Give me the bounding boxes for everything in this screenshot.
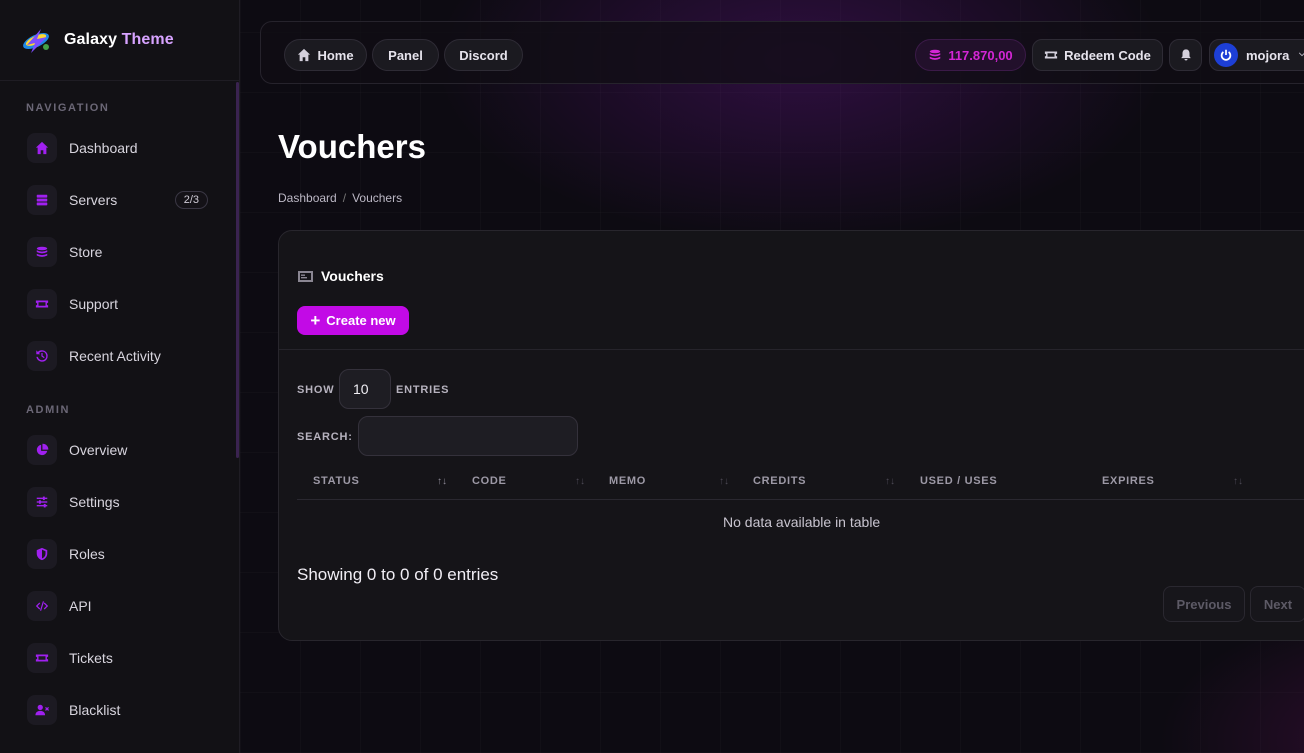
discord-link-label: Discord — [459, 47, 508, 63]
sidebar-item-label: Store — [69, 244, 103, 260]
entries-label: ENTRIES — [396, 384, 450, 396]
sort-icon[interactable]: ↑↓ — [575, 476, 585, 487]
sidebar-item-label: Roles — [69, 546, 105, 562]
table-info: Showing 0 to 0 of 0 entries — [297, 565, 499, 584]
brand-logo-icon — [23, 29, 49, 53]
credits-balance[interactable]: 117.870,00 — [915, 39, 1026, 71]
sidebar-item-blacklist[interactable]: Blacklist — [27, 689, 227, 731]
coins-icon — [27, 237, 57, 267]
sidebar-item-settings[interactable]: Settings — [27, 481, 227, 523]
home-icon — [298, 48, 311, 62]
sidebar-item-label: Overview — [69, 442, 128, 458]
previous-page-button[interactable]: Previous — [1163, 586, 1245, 622]
sort-icon[interactable]: ↑↓ — [885, 476, 895, 487]
section-label-admin: ADMIN — [26, 404, 71, 416]
sidebar-item-support[interactable]: Support — [27, 283, 227, 325]
coins-icon — [930, 49, 941, 60]
section-label-navigation: NAVIGATION — [26, 102, 110, 114]
bell-icon — [1180, 49, 1191, 61]
ticket-icon — [1045, 51, 1058, 59]
brand-name: Galaxy Theme — [64, 31, 174, 48]
sidebar-item-label: API — [69, 598, 92, 614]
card-title-label: Vouchers — [321, 268, 384, 284]
sidebar: Galaxy Theme NAVIGATION Dashboard Server… — [0, 0, 240, 753]
username: mojora — [1246, 47, 1290, 63]
servers-count-badge: 2/3 — [174, 191, 208, 209]
credits-amount: 117.870,00 — [948, 47, 1013, 63]
breadcrumb: Dashboard / Vouchers — [278, 191, 402, 205]
sidebar-item-label: Blacklist — [69, 702, 121, 718]
panel-link-label: Panel — [388, 47, 423, 63]
column-header-expires[interactable]: EXPIRES — [1102, 475, 1155, 487]
sidebar-item-label: Recent Activity — [69, 348, 161, 364]
power-icon — [1220, 49, 1232, 61]
sidebar-item-overview[interactable]: Overview — [27, 429, 227, 471]
sidebar-item-label: Dashboard — [69, 140, 138, 156]
entries-per-page-select[interactable]: 10 — [339, 369, 391, 409]
sidebar-item-roles[interactable]: Roles — [27, 533, 227, 575]
column-header-code[interactable]: CODE — [472, 475, 507, 487]
sidebar-item-store[interactable]: Store — [27, 231, 227, 273]
breadcrumb-separator: / — [342, 191, 347, 205]
avatar — [1214, 43, 1238, 67]
create-new-button[interactable]: + Create new — [297, 306, 409, 335]
chevron-down-icon — [1299, 52, 1304, 57]
home-icon — [27, 133, 57, 163]
sidebar-item-recent-activity[interactable]: Recent Activity — [27, 335, 227, 377]
sidebar-item-label: Servers — [69, 192, 118, 208]
home-link-label: Home — [317, 47, 354, 63]
next-page-button[interactable]: Next — [1250, 586, 1304, 622]
money-bill-icon — [298, 270, 313, 282]
sidebar-item-api[interactable]: API — [27, 585, 227, 627]
redeem-code-label: Redeem Code — [1064, 47, 1151, 63]
shield-icon — [27, 539, 57, 569]
create-new-label: Create new — [326, 313, 396, 328]
redeem-code-button[interactable]: Redeem Code — [1032, 39, 1163, 71]
sidebar-scrollbar[interactable] — [236, 82, 239, 458]
empty-table-message: No data available in table — [723, 514, 881, 530]
sliders-icon — [27, 487, 57, 517]
ticket-icon — [27, 289, 57, 319]
sidebar-item-servers[interactable]: Servers 2/3 — [27, 179, 227, 221]
sidebar-item-dashboard[interactable]: Dashboard — [27, 127, 227, 169]
breadcrumb-current: Vouchers — [352, 191, 403, 205]
sidebar-item-label: Settings — [69, 494, 120, 510]
sort-icon[interactable]: ↑↓ — [1233, 476, 1243, 487]
sort-icon[interactable]: ↑↓ — [719, 476, 729, 487]
table-header-divider — [297, 499, 1304, 500]
panel-link[interactable]: Panel — [372, 39, 439, 71]
breadcrumb-dashboard[interactable]: Dashboard — [278, 191, 337, 205]
search-label: SEARCH: — [297, 431, 353, 443]
search-input[interactable] — [358, 416, 578, 456]
sidebar-item-label: Tickets — [69, 650, 113, 666]
sidebar-item-label: Support — [69, 296, 119, 312]
vouchers-card: Vouchers + Create new SHOW 10 ENTRIES SE… — [278, 230, 1304, 641]
user-menu[interactable]: mojora — [1209, 39, 1304, 71]
column-header-used-uses[interactable]: USED / USES — [920, 475, 997, 487]
column-header-status[interactable]: STATUS — [313, 475, 360, 487]
column-header-credits[interactable]: CREDITS — [753, 475, 806, 487]
card-divider — [279, 349, 1304, 350]
brand[interactable]: Galaxy Theme — [0, 0, 239, 81]
code-icon — [27, 591, 57, 621]
server-icon — [27, 185, 57, 215]
notifications-button[interactable] — [1169, 39, 1202, 71]
ticket-icon — [27, 643, 57, 673]
home-link[interactable]: Home — [284, 39, 367, 71]
pie-chart-icon — [27, 435, 57, 465]
sort-asc-icon[interactable]: ↑↓ — [437, 476, 447, 487]
discord-link[interactable]: Discord — [444, 39, 523, 71]
column-header-memo[interactable]: MEMO — [609, 475, 646, 487]
topbar: Home Panel Discord 117.870,00 Redeem Cod… — [260, 21, 1304, 84]
card-title: Vouchers — [298, 268, 384, 284]
user-block-icon — [27, 695, 57, 725]
show-label: SHOW — [297, 384, 335, 396]
history-icon — [27, 341, 57, 371]
sidebar-item-tickets[interactable]: Tickets — [27, 637, 227, 679]
page-title: Vouchers — [278, 128, 426, 165]
plus-icon: + — [310, 311, 321, 330]
